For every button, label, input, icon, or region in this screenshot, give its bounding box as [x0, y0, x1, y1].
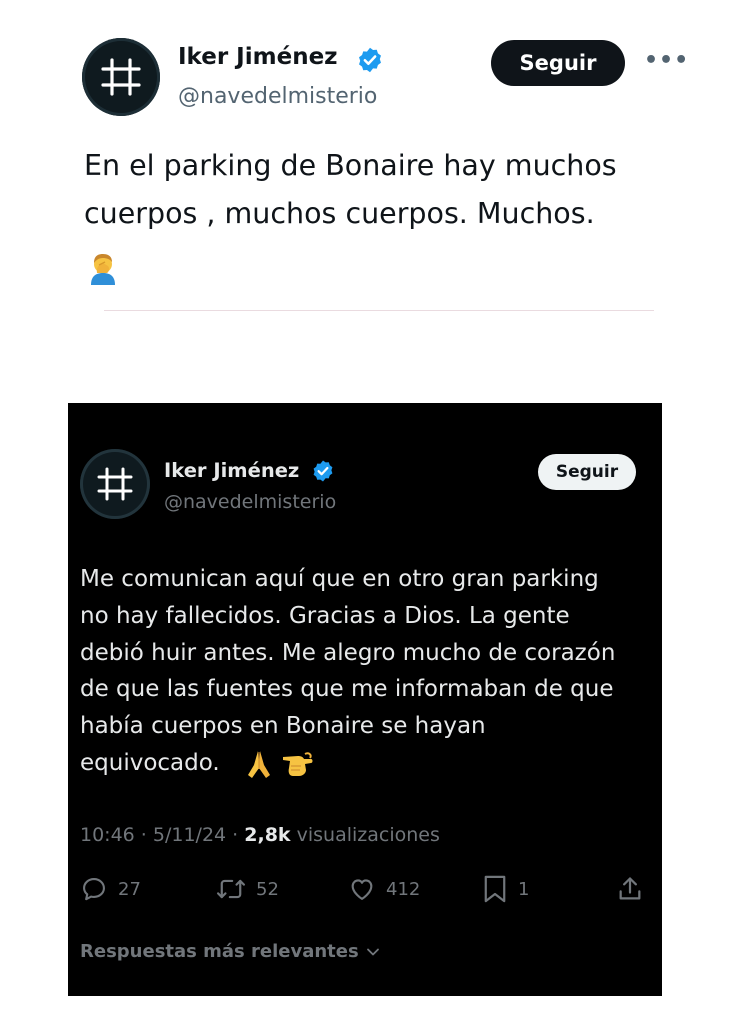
divider: [104, 310, 654, 311]
more-options-icon[interactable]: •••: [644, 48, 688, 74]
tweet-dark: Iker Jiménez @navedelmisterio Seguir Me …: [68, 403, 662, 996]
avatar[interactable]: [82, 38, 160, 116]
bookmark-count: 1: [518, 878, 530, 900]
verified-badge-icon: [359, 47, 381, 73]
chevron-down-icon: [366, 948, 379, 955]
display-name[interactable]: Iker Jiménez: [164, 459, 299, 482]
relevant-replies-toggle[interactable]: Respuestas más relevantes: [80, 941, 381, 962]
reply-icon: [83, 878, 105, 901]
relevant-replies-label: Respuestas más relevantes: [80, 941, 359, 962]
like-count: 412: [386, 878, 421, 900]
repost-button[interactable]: 52: [216, 873, 279, 905]
reply-count: 27: [118, 878, 141, 900]
bookmark-button[interactable]: 1: [482, 873, 529, 905]
folded-hands-icon: [248, 751, 270, 778]
views-label: visualizaciones: [290, 824, 440, 846]
avatar[interactable]: [80, 449, 150, 519]
share-button[interactable]: [616, 873, 644, 905]
separator: ·: [134, 824, 153, 846]
bookmark-icon: [484, 875, 506, 903]
verified-badge-icon: [313, 460, 333, 482]
tweet-meta: 10:46 · 5/11/24 · 2,8k visualizaciones: [80, 824, 440, 846]
tweet-light: Iker Jiménez @navedelmisterio Seguir •••…: [0, 0, 738, 320]
action-bar: 27 52 412 1: [68, 873, 662, 905]
follow-button[interactable]: Seguir: [538, 454, 636, 490]
screenshot-page: Iker Jiménez @navedelmisterio Seguir •••…: [0, 0, 738, 1034]
follow-button[interactable]: Seguir: [491, 40, 625, 86]
tweet-text: En el parking de Bonaire hay muchos cuer…: [84, 149, 617, 230]
heart-icon: [351, 879, 373, 900]
date[interactable]: 5/11/24: [153, 824, 226, 846]
views-count: 2,8k: [244, 824, 291, 846]
handle[interactable]: @navedelmisterio: [178, 84, 377, 109]
reply-button[interactable]: 27: [80, 873, 141, 905]
display-name[interactable]: Iker Jiménez: [178, 44, 338, 70]
hash-logo-icon: [97, 467, 133, 501]
repost-count: 52: [256, 878, 279, 900]
separator: ·: [226, 824, 245, 846]
tweet-emojis: [243, 748, 323, 780]
person-facepalming-icon: [91, 254, 115, 285]
handle[interactable]: @navedelmisterio: [164, 491, 336, 513]
tweet-text: Me comunican aquí que en otro gran parki…: [80, 566, 616, 776]
timestamp[interactable]: 10:46: [80, 824, 135, 846]
pointing-hand-icon: [283, 752, 313, 776]
repost-icon: [216, 879, 246, 899]
share-icon: [619, 877, 641, 900]
hash-logo-icon: [101, 58, 141, 96]
like-button[interactable]: 412: [348, 873, 420, 905]
